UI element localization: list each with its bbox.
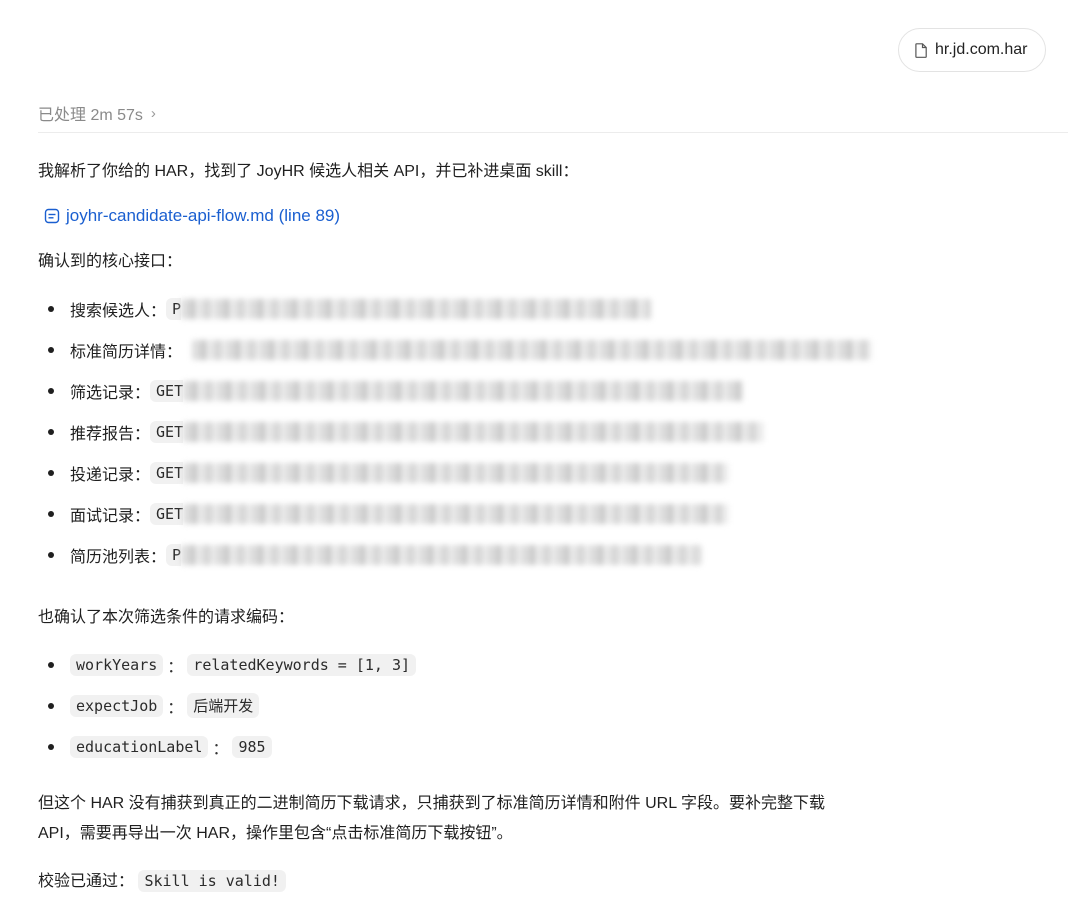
list-item: 筛选记录： GET: [38, 370, 872, 411]
bullet: [48, 510, 54, 517]
validation-line: 校验已通过： Skill is valid!: [38, 869, 286, 894]
bullet: [48, 743, 54, 750]
bullet: [48, 469, 54, 476]
redacted-endpoint: [183, 503, 729, 524]
bullet: [48, 702, 54, 709]
validation-result: Skill is valid!: [138, 870, 286, 892]
intro-text: 我解析了你给的 HAR，找到了 JoyHR 候选人相关 API，并已补进桌面 s…: [38, 163, 579, 180]
filter-value: relatedKeywords = [1, 3]: [187, 653, 417, 676]
list-item: expectJob ： 后端开发: [38, 685, 416, 726]
filter-key: expectJob: [70, 694, 164, 717]
list-item: 面试记录： GET: [38, 493, 872, 534]
redacted-endpoint: [192, 339, 873, 360]
attached-file-chip[interactable]: hr.jd.com.har: [898, 28, 1047, 72]
redacted-endpoint: [183, 421, 764, 442]
list-item: 推荐报告： GET: [38, 411, 872, 452]
filter-value: 后端开发: [187, 693, 260, 718]
api-label: 简历池列表：: [70, 548, 167, 566]
api-code-start: GET: [150, 502, 184, 525]
document-icon: [44, 208, 60, 224]
note-line-1: 但这个 HAR 没有捕获到真正的二进制简历下载请求，只捕获到了标准简历详情和附件…: [38, 795, 825, 812]
api-code-start: GET: [150, 461, 184, 484]
api-label: 标准简历详情：: [70, 343, 183, 361]
bullet: [48, 428, 54, 435]
bullet: [48, 661, 54, 668]
api-code-start: GET: [150, 420, 184, 443]
filter-separator: ：: [167, 658, 184, 676]
filter-key: educationLabel: [70, 735, 209, 758]
api-label: 面试记录：: [70, 507, 151, 525]
bullet: [48, 551, 54, 558]
api-label: 搜索候选人：: [70, 302, 167, 320]
api-label: 推荐报告：: [70, 425, 151, 443]
doc-link[interactable]: joyhr-candidate-api-flow.md (line 89): [44, 206, 340, 226]
api-code-start: P: [166, 543, 182, 566]
filter-separator: ：: [167, 699, 184, 717]
doc-link-label: joyhr-candidate-api-flow.md (line 89): [66, 206, 341, 225]
redacted-endpoint: [181, 298, 652, 319]
api-label: 筛选记录：: [70, 384, 151, 402]
list-item: 简历池列表： P: [38, 534, 872, 575]
file-chip-label: hr.jd.com.har: [935, 41, 1028, 58]
list-item: educationLabel ： 985: [38, 726, 416, 767]
validation-label: 校验已通过：: [38, 873, 135, 890]
bullet: [48, 387, 54, 394]
redacted-endpoint: [181, 544, 702, 565]
bullet: [48, 305, 54, 312]
redacted-endpoint: [183, 462, 729, 483]
api-label: 投递记录：: [70, 466, 151, 484]
note-line-2: API，需要再导出一次 HAR，操作里包含“点击标准简历下载按钮”。: [38, 825, 513, 842]
filter-separator: ：: [212, 740, 229, 758]
filter-key: workYears: [70, 653, 164, 676]
api-code-start: GET: [150, 379, 184, 402]
chevron-right-icon: ›: [150, 104, 156, 122]
filter-value: 985: [232, 735, 272, 758]
filter-heading: 也确认了本次筛选条件的请求编码：: [38, 609, 295, 626]
core-api-heading: 确认到的核心接口：: [38, 253, 183, 270]
bullet: [48, 346, 54, 353]
processed-status-toggle[interactable]: 已处理 2m 57s ›: [38, 101, 156, 125]
list-item: workYears ： relatedKeywords = [1, 3]: [38, 644, 417, 685]
list-item: 投递记录： GET: [38, 452, 872, 493]
api-code-start: P: [166, 297, 182, 320]
list-item: 标准简历详情：: [38, 329, 873, 370]
core-api-list: 搜索候选人： P 标准简历详情： 筛选记录： GET 推荐报告： GET 投递记…: [38, 288, 873, 575]
divider: [38, 132, 1068, 133]
processed-status-text: 已处理 2m 57s: [38, 107, 143, 124]
filter-list: workYears ： relatedKeywords = [1, 3] exp…: [38, 644, 417, 767]
file-icon: [915, 42, 927, 58]
list-item: 搜索候选人： P: [38, 288, 872, 329]
redacted-endpoint: [183, 380, 744, 401]
